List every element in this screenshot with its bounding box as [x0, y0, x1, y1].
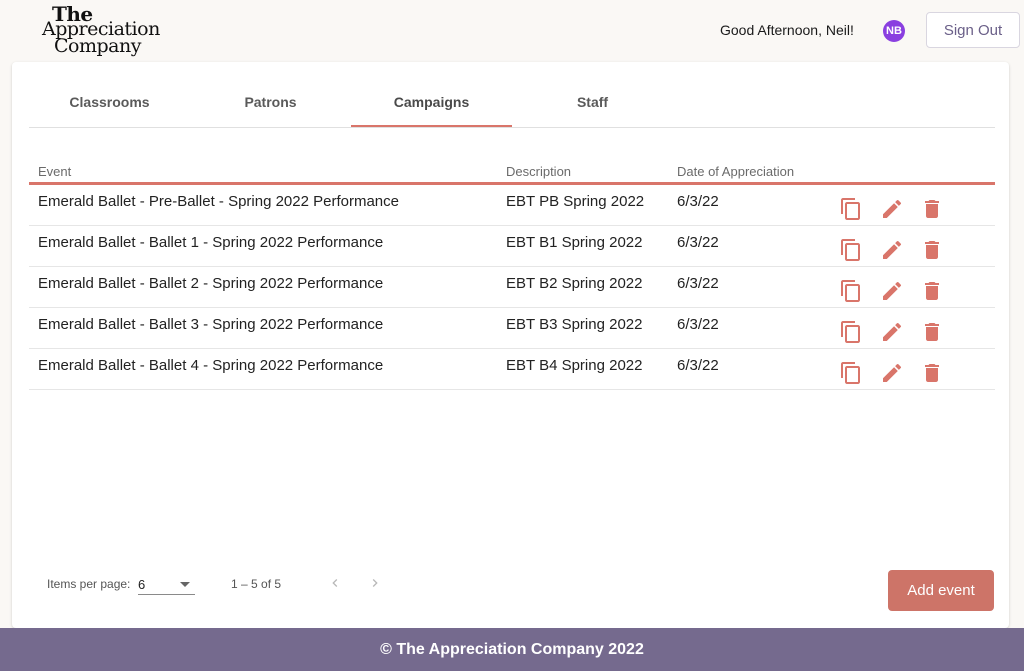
footer: © The Appreciation Company 2022 [0, 628, 1024, 671]
date-cell: 6/3/22 [677, 193, 719, 210]
table-row: Emerald Ballet - Ballet 1 - Spring 2022 … [29, 226, 995, 267]
table-row: Emerald Ballet - Ballet 4 - Spring 2022 … [29, 349, 995, 390]
table-row: Emerald Ballet - Ballet 2 - Spring 2022 … [29, 267, 995, 308]
brand-line-3: Company [54, 35, 141, 57]
date-cell: 6/3/22 [677, 357, 719, 374]
event-cell: Emerald Ballet - Ballet 3 - Spring 2022 … [38, 316, 384, 333]
sign-out-button[interactable]: Sign Out [926, 12, 1020, 48]
date-cell: 6/3/22 [677, 234, 719, 251]
brand-logo[interactable]: The Appreciation Company [42, 4, 166, 58]
items-per-page-label: Items per page: [47, 577, 131, 591]
column-header-description[interactable]: Description [506, 164, 571, 179]
edit-icon[interactable] [880, 238, 904, 262]
description-cell: EBT B3 Spring 2022 [506, 316, 643, 333]
copy-icon[interactable] [839, 361, 863, 385]
description-cell: EBT B2 Spring 2022 [506, 275, 643, 292]
tab-patrons[interactable]: Patrons [190, 78, 351, 126]
copy-icon[interactable] [839, 238, 863, 262]
date-cell: 6/3/22 [677, 275, 719, 292]
table-row: Emerald Ballet - Pre-Ballet - Spring 202… [29, 185, 995, 226]
column-header-event[interactable]: Event [38, 164, 71, 179]
tab-campaigns[interactable]: Campaigns [351, 78, 512, 127]
column-header-date[interactable]: Date of Appreciation [677, 164, 794, 179]
date-cell: 6/3/22 [677, 316, 719, 333]
tab-bar: Classrooms Patrons Campaigns Staff [29, 78, 995, 128]
tab-classrooms[interactable]: Classrooms [29, 78, 190, 126]
items-per-page-select[interactable]: 6 [138, 573, 195, 595]
edit-icon[interactable] [880, 320, 904, 344]
page-range-label: 1 – 5 of 5 [231, 577, 282, 591]
previous-page-icon[interactable] [327, 575, 343, 591]
event-cell: Emerald Ballet - Ballet 2 - Spring 2022 … [38, 275, 384, 292]
delete-icon[interactable] [920, 238, 944, 262]
event-cell: Emerald Ballet - Ballet 4 - Spring 2022 … [38, 357, 384, 374]
delete-icon[interactable] [920, 361, 944, 385]
events-table: Event Description Date of Appreciation E… [29, 159, 995, 390]
edit-icon[interactable] [880, 197, 904, 221]
description-cell: EBT B4 Spring 2022 [506, 357, 643, 374]
app-header: The Appreciation Company Good Afternoon,… [0, 0, 1024, 62]
delete-icon[interactable] [920, 279, 944, 303]
avatar[interactable]: NB [883, 20, 905, 42]
footer-text: © The Appreciation Company 2022 [380, 640, 644, 658]
next-page-icon[interactable] [367, 575, 383, 591]
table-row: Emerald Ballet - Ballet 3 - Spring 2022 … [29, 308, 995, 349]
tab-staff[interactable]: Staff [512, 78, 673, 126]
event-cell: Emerald Ballet - Ballet 1 - Spring 2022 … [38, 234, 384, 251]
description-cell: EBT PB Spring 2022 [506, 193, 645, 210]
greeting-text: Good Afternoon, Neil! [720, 22, 854, 38]
copy-icon[interactable] [839, 197, 863, 221]
edit-icon[interactable] [880, 279, 904, 303]
items-per-page-value: 6 [138, 577, 146, 592]
description-cell: EBT B1 Spring 2022 [506, 234, 643, 251]
main-card: Classrooms Patrons Campaigns Staff Event… [12, 62, 1009, 628]
table-header: Event Description Date of Appreciation [29, 159, 995, 185]
event-cell: Emerald Ballet - Pre-Ballet - Spring 202… [38, 193, 399, 210]
edit-icon[interactable] [880, 361, 904, 385]
add-event-button[interactable]: Add event [888, 570, 994, 611]
copy-icon[interactable] [839, 320, 863, 344]
dropdown-caret-icon [180, 582, 190, 587]
delete-icon[interactable] [920, 197, 944, 221]
copy-icon[interactable] [839, 279, 863, 303]
delete-icon[interactable] [920, 320, 944, 344]
